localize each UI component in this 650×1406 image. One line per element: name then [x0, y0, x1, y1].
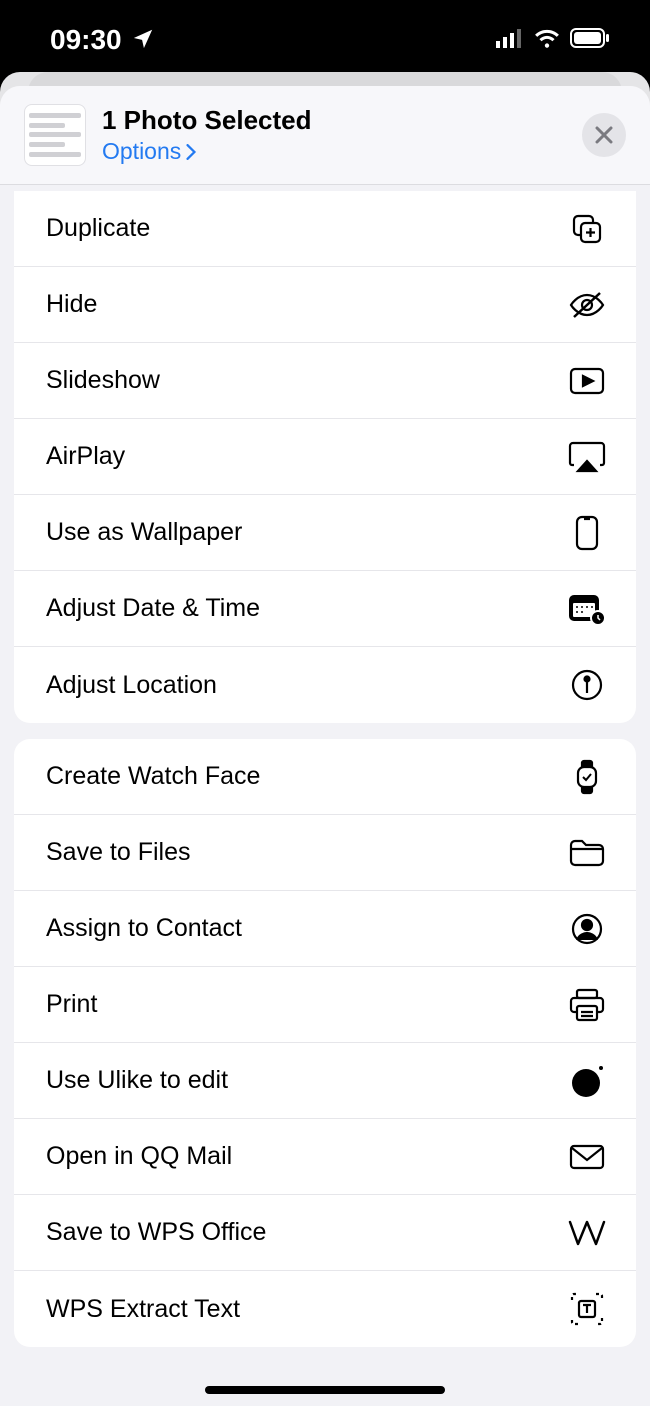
wps-row[interactable]: Save to WPS Office — [14, 1195, 636, 1271]
location-pin-icon — [568, 666, 606, 704]
contact-icon — [568, 910, 606, 948]
duplicate-row[interactable]: Duplicate — [14, 191, 636, 267]
share-sheet: 1 Photo Selected Options Duplicate — [0, 86, 650, 1406]
row-label: Adjust Date & Time — [46, 594, 260, 623]
row-label: Open in QQ Mail — [46, 1142, 232, 1171]
row-label: Create Watch Face — [46, 762, 260, 791]
cellular-icon — [496, 28, 524, 53]
qqmail-row[interactable]: Open in QQ Mail — [14, 1119, 636, 1195]
row-label: Save to Files — [46, 838, 191, 867]
row-label: Slideshow — [46, 366, 160, 395]
row-label: Duplicate — [46, 214, 150, 243]
watch-face-row[interactable]: Create Watch Face — [14, 739, 636, 815]
status-time: 09:30 — [50, 24, 122, 56]
row-label: Use Ulike to edit — [46, 1066, 228, 1095]
slideshow-row[interactable]: Slideshow — [14, 343, 636, 419]
action-group-2: Create Watch Face Save to Files Assign t… — [14, 739, 636, 1347]
airplay-icon — [568, 438, 606, 476]
wifi-icon — [534, 28, 560, 53]
slideshow-icon — [568, 362, 606, 400]
adjust-location-row[interactable]: Adjust Location — [14, 647, 636, 723]
watch-icon — [568, 758, 606, 796]
chevron-right-icon — [185, 144, 197, 160]
hide-row[interactable]: Hide — [14, 267, 636, 343]
phone-icon — [568, 514, 606, 552]
close-icon — [594, 125, 614, 145]
row-label: Hide — [46, 290, 97, 319]
assign-contact-row[interactable]: Assign to Contact — [14, 891, 636, 967]
options-label: Options — [102, 138, 181, 165]
battery-icon — [570, 28, 610, 53]
row-label: Use as Wallpaper — [46, 518, 242, 547]
wallpaper-row[interactable]: Use as Wallpaper — [14, 495, 636, 571]
photo-thumbnail[interactable] — [24, 104, 86, 166]
airplay-row[interactable]: AirPlay — [14, 419, 636, 495]
row-label: WPS Extract Text — [46, 1295, 240, 1324]
action-group-1: Duplicate Hide Slideshow — [14, 191, 636, 723]
options-button[interactable]: Options — [102, 138, 582, 165]
hide-icon — [568, 286, 606, 324]
calendar-clock-icon — [568, 590, 606, 628]
printer-icon — [568, 986, 606, 1024]
row-label: Print — [46, 990, 97, 1019]
location-icon — [132, 27, 154, 54]
row-label: Adjust Location — [46, 671, 217, 700]
close-button[interactable] — [582, 113, 626, 157]
extract-text-icon — [568, 1290, 606, 1328]
wps-icon — [568, 1214, 606, 1252]
row-label: AirPlay — [46, 442, 125, 471]
save-files-row[interactable]: Save to Files — [14, 815, 636, 891]
status-bar: 09:30 — [0, 0, 650, 80]
action-list: Duplicate Hide Slideshow — [0, 185, 650, 1406]
home-indicator[interactable] — [205, 1386, 445, 1394]
print-row[interactable]: Print — [14, 967, 636, 1043]
ulike-icon — [568, 1062, 606, 1100]
adjust-date-row[interactable]: Adjust Date & Time — [14, 571, 636, 647]
row-label: Save to WPS Office — [46, 1218, 266, 1247]
row-label: Assign to Contact — [46, 914, 242, 943]
ulike-row[interactable]: Use Ulike to edit — [14, 1043, 636, 1119]
wps-extract-row[interactable]: WPS Extract Text — [14, 1271, 636, 1347]
folder-icon — [568, 834, 606, 872]
duplicate-icon — [568, 210, 606, 248]
sheet-title: 1 Photo Selected — [102, 105, 582, 136]
sheet-header: 1 Photo Selected Options — [0, 86, 650, 185]
mail-icon — [568, 1138, 606, 1176]
